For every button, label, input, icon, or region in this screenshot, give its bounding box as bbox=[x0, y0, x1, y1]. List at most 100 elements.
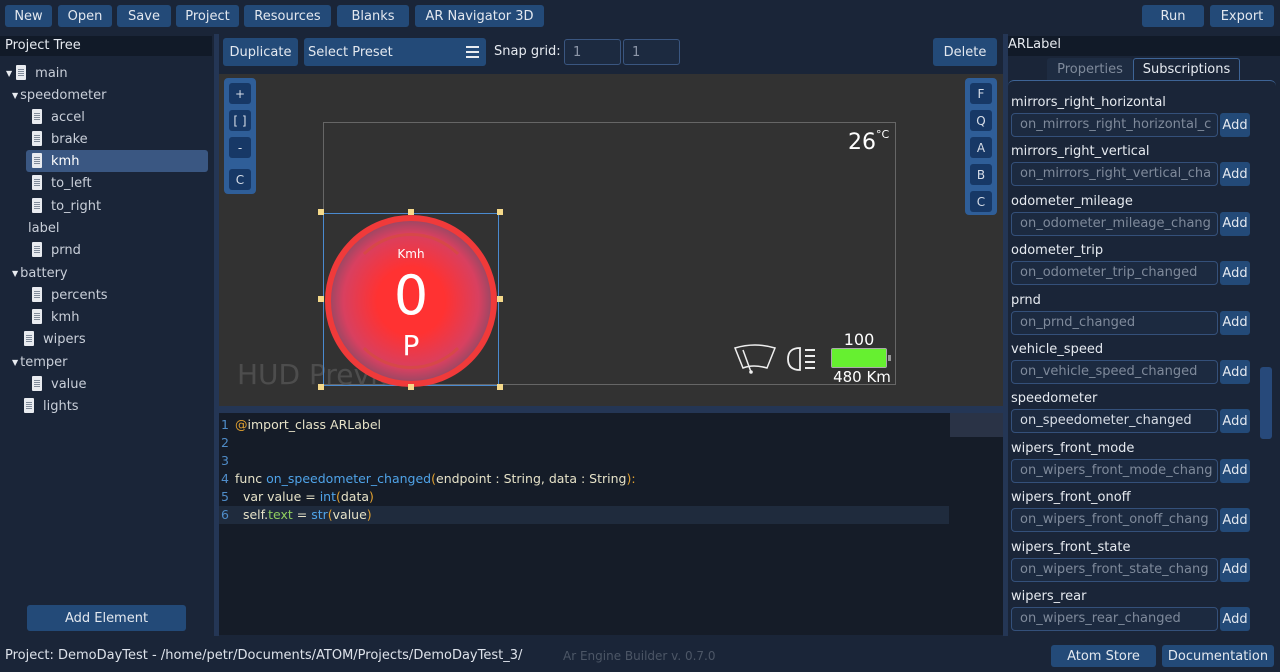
tree-item[interactable]: kmh bbox=[30, 306, 79, 328]
code-line[interactable]: 2 bbox=[219, 434, 949, 452]
add-subscription-button[interactable]: Add bbox=[1220, 162, 1250, 187]
run-button[interactable]: Run bbox=[1142, 5, 1204, 27]
add-subscription-button[interactable]: Add bbox=[1220, 409, 1250, 434]
zoom-in-button[interactable]: + bbox=[229, 83, 251, 104]
line-number: 6 bbox=[221, 507, 229, 522]
subscription-handler-input[interactable]: on_vehicle_speed_changed bbox=[1011, 360, 1218, 384]
code-line[interactable]: 5 var value = int(data) bbox=[219, 488, 949, 506]
atom-store-button[interactable]: Atom Store bbox=[1051, 645, 1156, 667]
view-c-button[interactable]: C bbox=[970, 191, 992, 212]
canvas-code-splitter[interactable] bbox=[219, 406, 1003, 413]
subscription-handler-input[interactable]: on_speedometer_changed bbox=[1011, 409, 1218, 434]
project-button[interactable]: Project bbox=[176, 5, 239, 27]
add-subscription-button[interactable]: Add bbox=[1220, 261, 1250, 286]
code-line[interactable]: 3 bbox=[219, 452, 949, 470]
tree-item[interactable]: to_right bbox=[30, 195, 101, 217]
add-subscription-button[interactable]: Add bbox=[1220, 557, 1250, 582]
document-icon bbox=[30, 287, 44, 303]
tab-properties[interactable]: Properties bbox=[1047, 58, 1133, 80]
subscription-handler-input[interactable]: on_wipers_front_mode_chang bbox=[1011, 458, 1218, 483]
subscriptions-scrollbar[interactable] bbox=[1260, 367, 1272, 439]
main-toolbar: New Open Save Project Resources Blanks A… bbox=[0, 0, 1280, 32]
resize-handle-w[interactable] bbox=[318, 296, 324, 302]
preset-select[interactable]: Select Preset bbox=[304, 38, 486, 66]
code-token: self. bbox=[235, 507, 269, 522]
wiper-icon bbox=[733, 344, 777, 374]
ar-navigator-button[interactable]: AR Navigator 3D bbox=[415, 5, 544, 27]
resize-handle-s[interactable] bbox=[408, 384, 414, 390]
view-q-button[interactable]: Q bbox=[970, 110, 992, 131]
tab-subscriptions[interactable]: Subscriptions bbox=[1133, 58, 1240, 80]
add-subscription-button[interactable]: Add bbox=[1220, 310, 1250, 335]
code-token: @ bbox=[235, 417, 248, 432]
fit-button[interactable]: [ ] bbox=[229, 110, 251, 131]
subscription-handler-input[interactable]: on_odometer_mileage_chang bbox=[1011, 211, 1218, 236]
save-button[interactable]: Save bbox=[117, 5, 171, 27]
subscription-handler-input[interactable]: on_mirrors_right_vertical_cha bbox=[1011, 162, 1218, 187]
view-a-button[interactable]: A bbox=[970, 137, 992, 158]
view-b-button[interactable]: B bbox=[970, 164, 992, 185]
subscription-handler-input[interactable]: on_prnd_changed bbox=[1011, 310, 1218, 335]
tree-item[interactable]: to_left bbox=[30, 172, 92, 194]
hud-preview-canvas[interactable]: + [ ] - C F Q A B C HUD Preview 26°C Kmh… bbox=[219, 74, 1003, 406]
resize-handle-nw[interactable] bbox=[318, 209, 324, 215]
tree-item[interactable]: ▼ battery bbox=[12, 262, 68, 284]
tree-item[interactable]: lights bbox=[22, 395, 79, 417]
code-editor[interactable]: 1 @import_class ARLabel 2 3 4 func on_speedom… bbox=[219, 413, 1003, 635]
add-subscription-button[interactable]: Add bbox=[1220, 360, 1250, 384]
add-subscription-button[interactable]: Add bbox=[1220, 508, 1250, 533]
inspector-title: ARLabel bbox=[1008, 36, 1280, 56]
center-button[interactable]: C bbox=[229, 169, 251, 190]
tree-item-label: percents bbox=[51, 287, 108, 303]
tree-item[interactable]: label bbox=[28, 217, 59, 239]
resize-handle-se[interactable] bbox=[497, 384, 503, 390]
add-subscription-button[interactable]: Add bbox=[1220, 113, 1250, 137]
resize-handle-e[interactable] bbox=[497, 296, 503, 302]
subscription-handler-input[interactable]: on_wipers_rear_changed bbox=[1011, 607, 1218, 631]
subscription-handler-input[interactable]: on_mirrors_right_horizontal_c bbox=[1011, 113, 1218, 137]
code-line[interactable]: 6 self.text = str(value) bbox=[219, 506, 949, 524]
tree-item[interactable]: prnd bbox=[30, 239, 81, 261]
view-f-button[interactable]: F bbox=[970, 83, 992, 104]
subscription-handler-input[interactable]: on_odometer_trip_changed bbox=[1011, 261, 1218, 286]
tree-item[interactable]: percents bbox=[30, 284, 108, 306]
document-icon bbox=[30, 109, 44, 125]
code-line[interactable]: 4 func on_speedometer_changed(endpoint : … bbox=[219, 470, 949, 488]
resources-button[interactable]: Resources bbox=[244, 5, 331, 27]
add-subscription-button[interactable]: Add bbox=[1220, 607, 1250, 631]
expand-arrow-icon[interactable]: ▼ bbox=[6, 69, 12, 78]
snap-grid-x-input[interactable]: 1 bbox=[564, 39, 621, 65]
subscription-handler-input[interactable]: on_wipers_front_onoff_chang bbox=[1011, 508, 1218, 533]
add-subscription-button[interactable]: Add bbox=[1220, 211, 1250, 236]
code-line[interactable]: 1 @import_class ARLabel bbox=[219, 416, 949, 434]
tree-item[interactable]: accel bbox=[30, 106, 85, 128]
expand-arrow-icon[interactable]: ▼ bbox=[12, 358, 18, 367]
new-button[interactable]: New bbox=[5, 5, 52, 27]
tree-item[interactable]: brake bbox=[30, 128, 88, 150]
tree-item[interactable]: kmh bbox=[26, 150, 208, 172]
duplicate-button[interactable]: Duplicate bbox=[223, 38, 298, 66]
tree-item[interactable]: wipers bbox=[22, 328, 86, 350]
add-element-button[interactable]: Add Element bbox=[27, 605, 186, 631]
subscription-handler-input[interactable]: on_wipers_front_state_chang bbox=[1011, 557, 1218, 582]
resize-handle-n[interactable] bbox=[408, 209, 414, 215]
zoom-out-button[interactable]: - bbox=[229, 137, 251, 158]
blanks-button[interactable]: Blanks bbox=[337, 5, 409, 27]
snap-grid-y-input[interactable]: 1 bbox=[623, 39, 680, 65]
add-subscription-button[interactable]: Add bbox=[1220, 458, 1250, 483]
tree-item[interactable]: ▼ main bbox=[6, 62, 68, 84]
expand-arrow-icon[interactable]: ▼ bbox=[12, 91, 18, 100]
documentation-button[interactable]: Documentation bbox=[1162, 645, 1274, 667]
export-button[interactable]: Export bbox=[1210, 5, 1274, 27]
tree-item[interactable]: value bbox=[30, 373, 87, 395]
resize-handle-sw[interactable] bbox=[318, 384, 324, 390]
code-minimap[interactable] bbox=[950, 413, 1003, 437]
open-button[interactable]: Open bbox=[58, 5, 112, 27]
tree-item[interactable]: ▼ temper bbox=[12, 351, 68, 373]
resize-handle-ne[interactable] bbox=[497, 209, 503, 215]
tree-item[interactable]: ▼ speedometer bbox=[12, 84, 106, 106]
subscription-name: wipers_front_state bbox=[1011, 539, 1131, 555]
expand-arrow-icon[interactable]: ▼ bbox=[12, 269, 18, 278]
delete-button[interactable]: Delete bbox=[933, 38, 997, 66]
code-token: endpoint : String, data : String bbox=[436, 471, 627, 486]
